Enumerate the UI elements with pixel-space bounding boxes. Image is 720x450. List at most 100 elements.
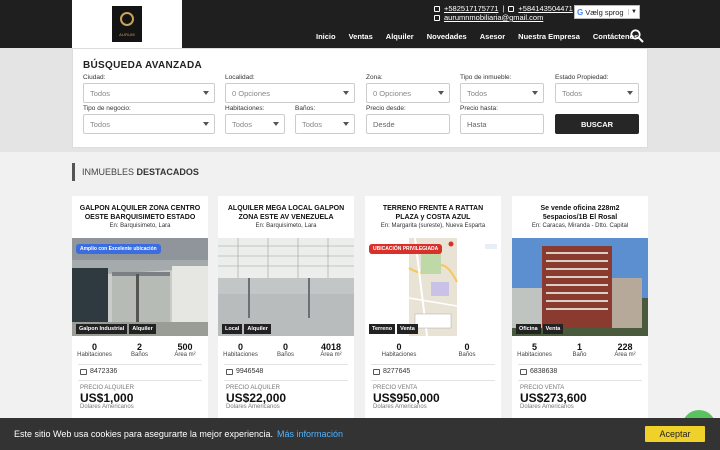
cookie-more-link[interactable]: Más información	[277, 429, 343, 439]
stat-banos: 2 Baños	[117, 342, 162, 358]
whatsapp-icon	[508, 5, 515, 12]
nav-novedades[interactable]: Novedades	[427, 32, 467, 41]
search-button[interactable]: BUSCAR	[555, 114, 639, 134]
tipo-inmueble-value: Todos	[467, 88, 488, 98]
property-code: 8472336	[80, 368, 117, 375]
tag-operation: Venta	[397, 324, 418, 334]
zona-value: 0 Opciones	[373, 88, 411, 98]
language-label: Vælg sprog	[585, 7, 624, 17]
card-location: En: Margarita (sureste), Nueva Esparta	[380, 223, 486, 229]
property-card[interactable]: Se vende oficina 228m2 5espacios/1B El R…	[512, 196, 648, 436]
currency: Dolares Americanos	[373, 404, 427, 410]
card-title[interactable]: GALPON ALQUILER ZONA CENTRO OESTE BARQUI…	[78, 204, 202, 222]
precio-desde-input[interactable]: Desde	[366, 114, 450, 134]
stat-area: 228 Área m²	[602, 342, 648, 358]
price: US$1,000	[80, 391, 134, 405]
property-code: 8277645	[373, 368, 410, 375]
card-tags: Local Alquiler	[222, 324, 271, 334]
property-card[interactable]: GALPON ALQUILER ZONA CENTRO OESTE BARQUI…	[72, 196, 208, 436]
cookie-accept-button[interactable]: Aceptar	[645, 426, 705, 442]
precio-hasta-input[interactable]: Hasta	[460, 114, 544, 134]
search-icon[interactable]	[630, 29, 644, 43]
divider	[78, 364, 202, 365]
stat-value: 0	[91, 342, 97, 352]
ciudad-select[interactable]: Todos	[83, 83, 215, 103]
divider	[371, 364, 495, 365]
tag-type: Galpon Industrial	[76, 324, 128, 334]
nav-inicio[interactable]: Inicio	[316, 32, 336, 41]
property-photo[interactable]: Amplio con Excelente ubicación Galpon In…	[72, 238, 208, 336]
chevron-down-icon	[203, 122, 209, 126]
property-photo[interactable]: UBICACIÓN PRIVILEGIADA Terreno Venta	[365, 238, 501, 336]
banos-value: Todos	[302, 119, 323, 129]
code-icon	[80, 368, 87, 375]
sun-icon	[120, 12, 134, 26]
code-value: 6838638	[530, 368, 558, 375]
zona-select[interactable]: 0 Opciones	[366, 83, 450, 103]
phone-link-2[interactable]: +584143504471	[518, 4, 572, 13]
ciudad-value: Todos	[90, 88, 111, 98]
logo[interactable]: AURUM	[72, 0, 182, 48]
card-stats: 0 Habitaciones 2 Baños 500 Área m²	[72, 342, 208, 358]
localidad-select[interactable]: 0 Opciones	[225, 83, 355, 103]
zona-label: Zona:	[366, 74, 383, 81]
stat-value: 5	[531, 342, 537, 352]
stat-label: Baños	[276, 352, 294, 358]
stat-label: Área m²	[614, 352, 636, 358]
habitaciones-label: Habitaciones:	[225, 105, 265, 112]
chevron-down-icon	[532, 91, 538, 95]
separator: |	[502, 4, 505, 13]
stat-label: Habitaciones	[381, 352, 417, 358]
localidad-label: Localidad:	[225, 74, 255, 81]
stat-value: 0	[237, 342, 243, 352]
tag-operation: Alquiler	[129, 324, 156, 334]
stat-banos: 0 Baños	[263, 342, 308, 358]
phone-link-1[interactable]: +582517175771	[444, 4, 498, 13]
divider	[224, 380, 348, 381]
contact-info: +582517175771 | +584143504471 aurumnmobi…	[434, 4, 573, 22]
card-tags: Terreno Venta	[369, 324, 418, 334]
tag-operation: Alquiler	[244, 324, 271, 334]
banos-select[interactable]: Todos	[295, 114, 355, 134]
stat-label: Baño	[572, 352, 587, 358]
habitaciones-select[interactable]: Todos	[225, 114, 285, 134]
nav-ventas[interactable]: Ventas	[349, 32, 373, 41]
negocio-select[interactable]: Todos	[83, 114, 215, 134]
stat-value: 500	[177, 342, 193, 352]
main-nav: Inicio Ventas Alquiler Novedades Asesor …	[316, 32, 651, 41]
property-photo[interactable]: Local Alquiler	[218, 238, 354, 336]
language-selector[interactable]: G Vælg sprog ▼	[574, 5, 640, 19]
panel-title: BÚSQUEDA AVANZADA	[83, 60, 202, 71]
negocio-label: Tipo de negocio:	[83, 105, 131, 112]
stat-value: 0	[282, 342, 288, 352]
card-title[interactable]: TERRENO FRENTE A RATTAN PLAZA y COSTA AZ…	[371, 204, 495, 222]
chevron-down-icon	[343, 122, 349, 126]
tag-type: Oficina	[516, 324, 541, 334]
estado-select[interactable]: Todos	[555, 83, 639, 103]
divider	[224, 364, 348, 365]
card-title[interactable]: ALQUILER MEGA LOCAL GALPON ZONA ESTE AV …	[224, 204, 348, 222]
precio-hasta-label: Precio hasta:	[460, 105, 498, 112]
property-card[interactable]: TERRENO FRENTE A RATTAN PLAZA y COSTA AZ…	[365, 196, 501, 436]
currency: Dolares Americanos	[226, 404, 280, 410]
localidad-value: 0 Opciones	[232, 88, 270, 98]
price: US$273,600	[520, 391, 587, 405]
property-card[interactable]: ALQUILER MEGA LOCAL GALPON ZONA ESTE AV …	[218, 196, 354, 436]
tipo-inmueble-select[interactable]: Todos	[460, 83, 544, 103]
card-title[interactable]: Se vende oficina 228m2 5espacios/1B El R…	[518, 204, 642, 222]
code-value: 8472336	[90, 368, 118, 375]
email-link[interactable]: aurumnmobiliaria@gmail.com	[444, 13, 543, 22]
property-code: 6838638	[520, 368, 557, 375]
logo-mark: AURUM	[112, 6, 142, 42]
tag-type: Terreno	[369, 324, 396, 334]
stat-habitaciones: 0 Habitaciones	[365, 342, 433, 358]
nav-asesor[interactable]: Asesor	[480, 32, 505, 41]
price: US$22,000	[226, 391, 287, 405]
nav-alquiler[interactable]: Alquiler	[386, 32, 414, 41]
google-icon: G	[577, 7, 584, 17]
chevron-down-icon	[438, 91, 444, 95]
nav-nuestra-empresa[interactable]: Nuestra Empresa	[518, 32, 580, 41]
property-photo[interactable]: Oficina Venta	[512, 238, 648, 336]
stat-area: 4018 Área m²	[308, 342, 354, 358]
stat-label: Habitaciones	[223, 352, 258, 358]
